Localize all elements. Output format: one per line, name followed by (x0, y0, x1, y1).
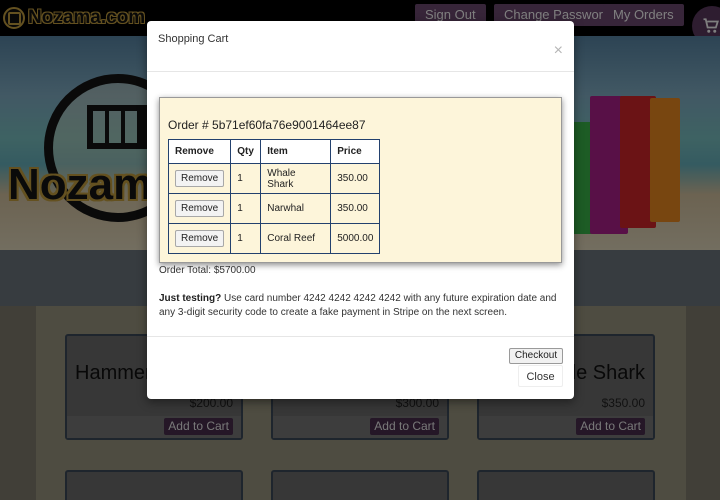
column-header: Remove (167, 139, 232, 164)
price-cell: 350.00 (330, 193, 381, 224)
item-cell: Narwhal (260, 193, 332, 224)
remove-button[interactable]: Remove (175, 200, 225, 217)
price-cell: 5000.00 (330, 223, 381, 254)
modal-footer-divider (147, 336, 574, 337)
order-total: Order Total: $5700.00 (159, 265, 256, 276)
remove-cell: Remove (167, 193, 232, 224)
cart-table-header: Remove Qty Item Price (167, 139, 381, 164)
column-header: Price (330, 139, 381, 164)
item-cell: Coral Reef (260, 223, 332, 254)
item-cell: Whale Shark (260, 163, 332, 194)
remove-button[interactable]: Remove (175, 230, 225, 247)
table-row: Remove 1 Whale Shark 350.00 (167, 163, 381, 194)
cart-table: Remove Qty Item Price Remove 1 Whale Sha… (167, 139, 381, 254)
testing-note-lead: Just testing? (159, 293, 222, 304)
column-header: Qty (230, 139, 262, 164)
remove-button[interactable]: Remove (175, 170, 225, 187)
order-panel: Order # 5b71ef60fa76e9001464ee87 Remove … (159, 97, 562, 263)
modal-title: Shopping Cart (158, 33, 229, 45)
qty-cell: 1 (230, 223, 262, 254)
close-button[interactable]: Close (518, 365, 563, 387)
price-cell: 350.00 (330, 163, 381, 194)
qty-cell: 1 (230, 163, 262, 194)
remove-cell: Remove (167, 223, 232, 254)
remove-cell: Remove (167, 163, 232, 194)
testing-note: Just testing? Use card number 4242 4242 … (159, 292, 563, 320)
modal-header-divider (147, 71, 574, 72)
column-header: Item (260, 139, 332, 164)
table-row: Remove 1 Narwhal 350.00 (167, 193, 381, 224)
close-icon[interactable]: × (554, 43, 563, 59)
table-row: Remove 1 Coral Reef 5000.00 (167, 223, 381, 254)
order-id: Order # 5b71ef60fa76e9001464ee87 (168, 118, 366, 132)
checkout-button[interactable]: Checkout (509, 348, 563, 364)
qty-cell: 1 (230, 193, 262, 224)
